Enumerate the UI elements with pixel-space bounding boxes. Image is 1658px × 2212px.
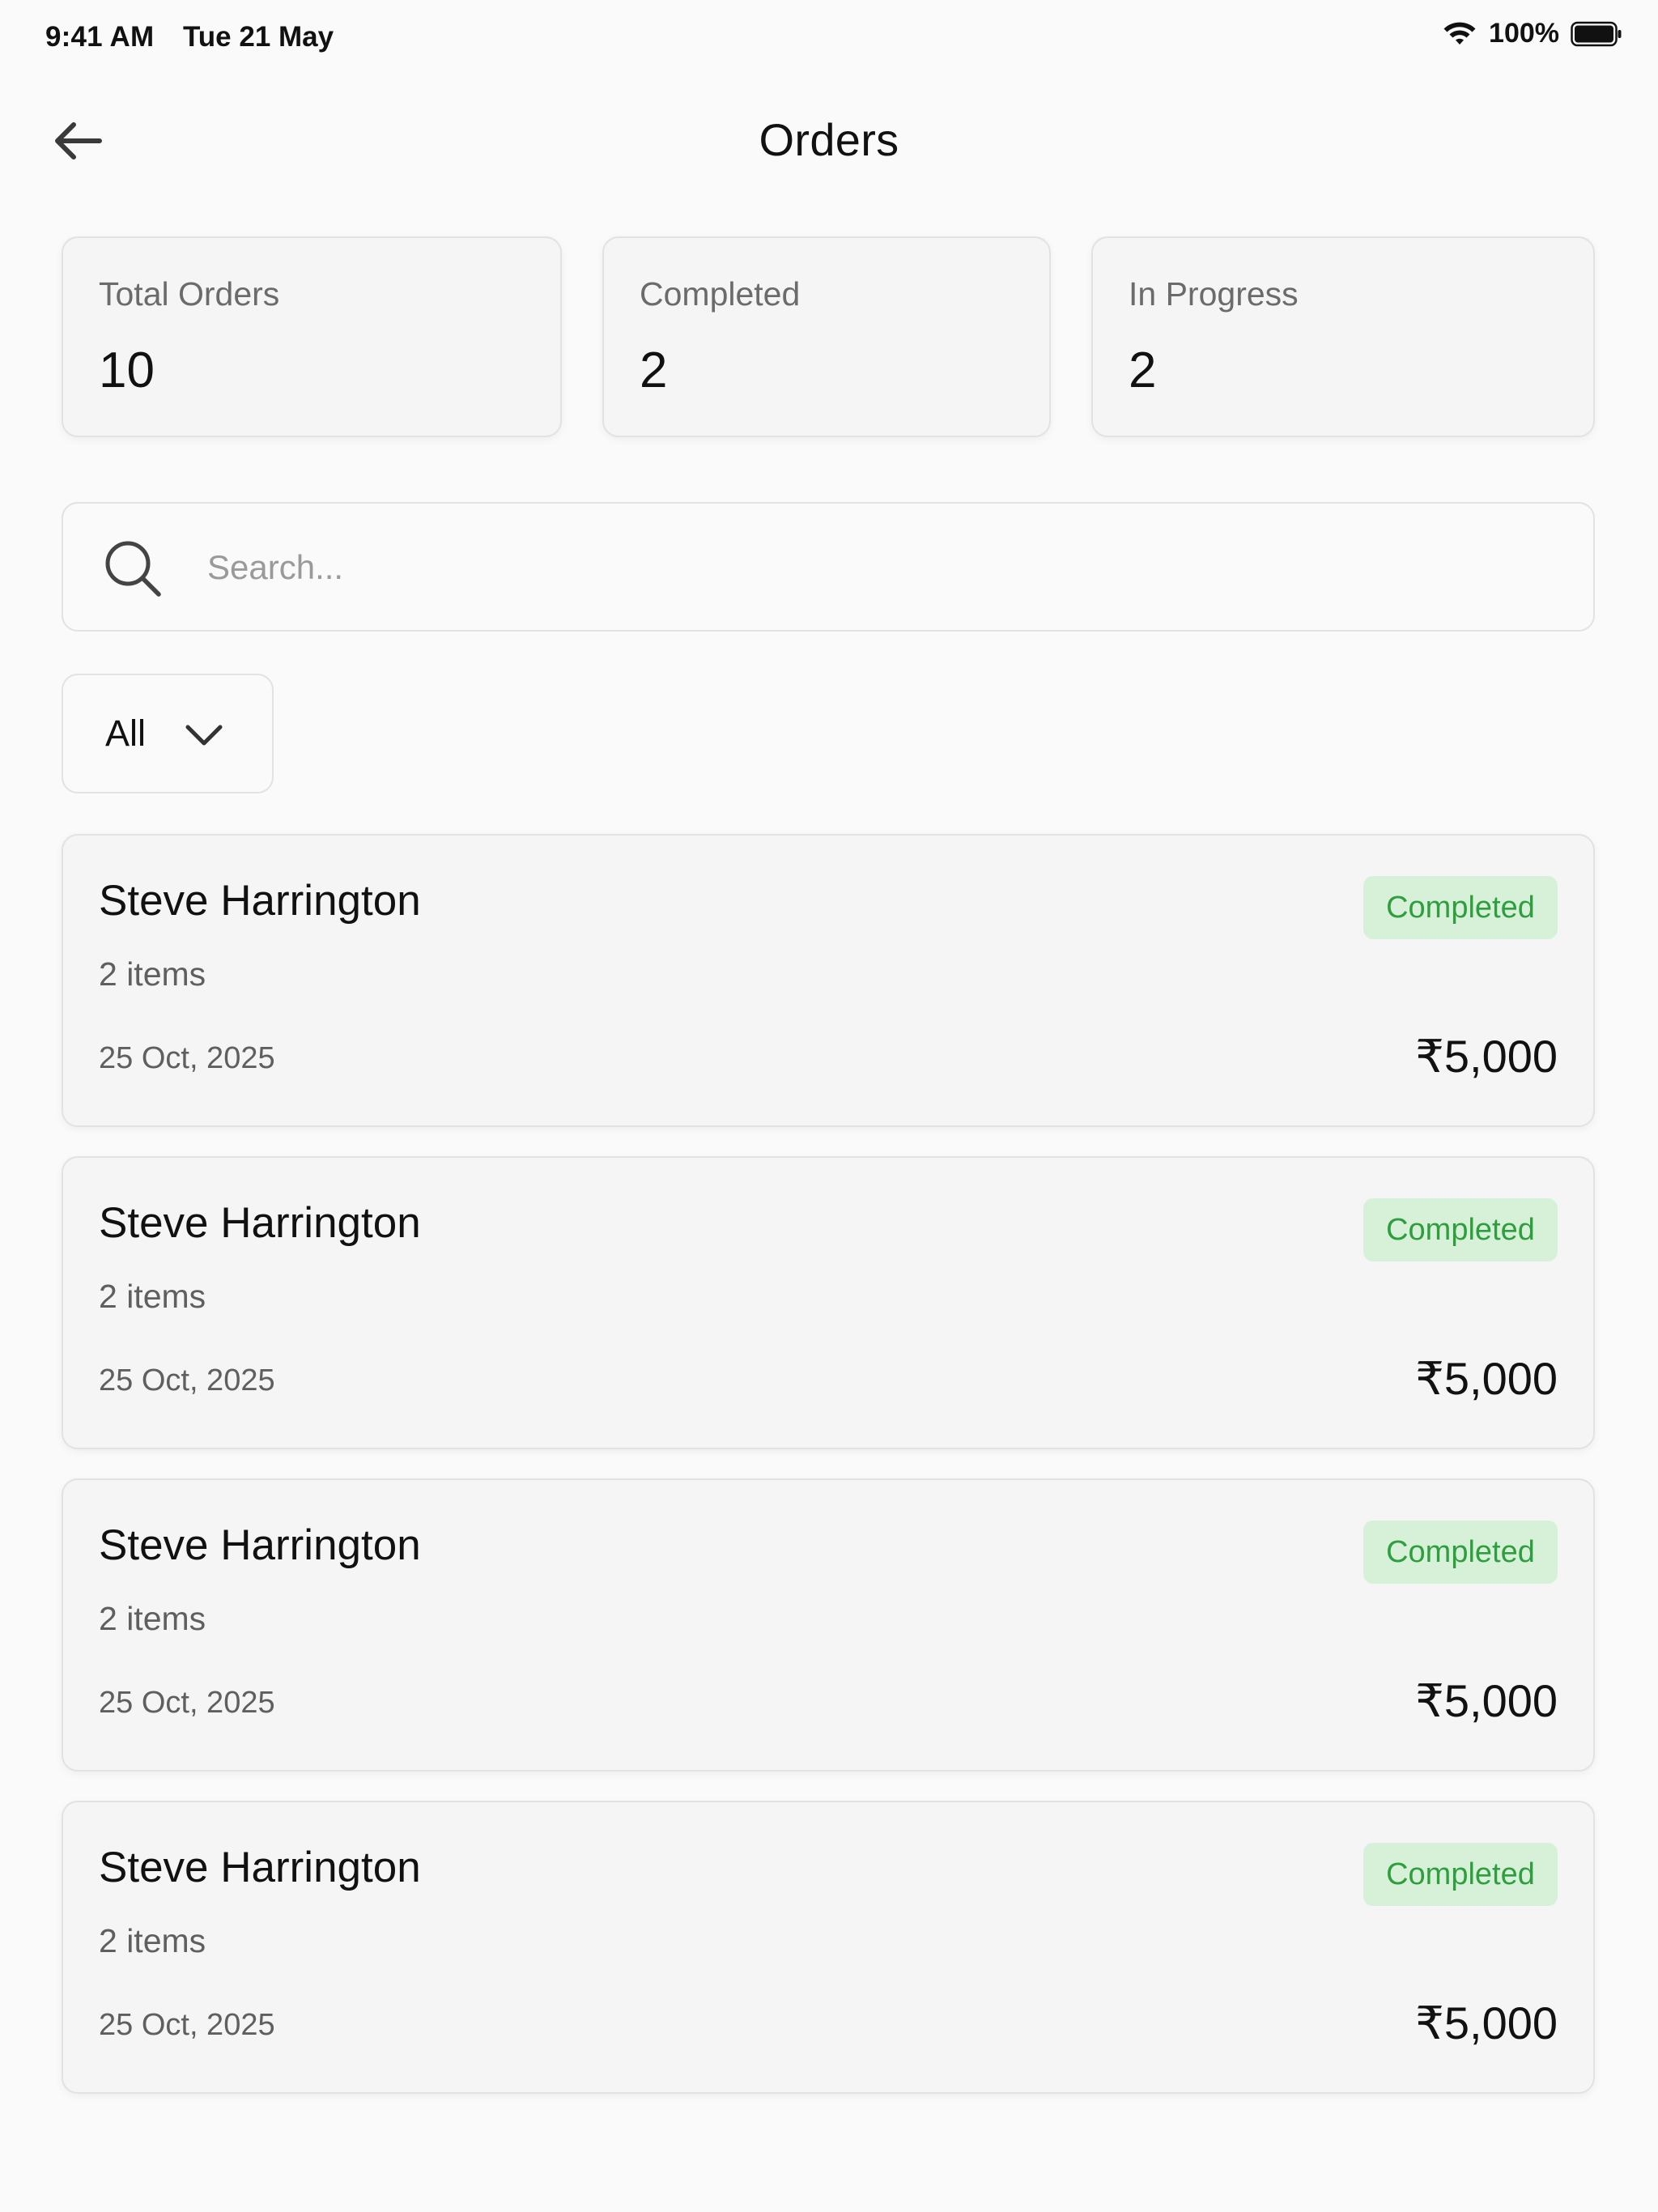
stat-value: 2 [1129, 342, 1157, 398]
customer-name: Steve Harrington [99, 877, 421, 925]
status-indicators: 100% [1442, 18, 1622, 49]
stat-card-in-progress: In Progress 2 [1091, 236, 1595, 437]
order-date: 25 Oct, 2025 [99, 1041, 275, 1075]
item-count: 2 items [99, 955, 206, 993]
order-card[interactable]: Steve Harrington 2 items 25 Oct, 2025 ₹5… [62, 834, 1595, 1127]
search-icon [102, 538, 164, 599]
order-date: 25 Oct, 2025 [99, 1686, 275, 1720]
stat-label: In Progress [1129, 275, 1299, 313]
wifi-icon [1442, 20, 1477, 48]
filter-selected-value: All [105, 713, 147, 754]
stat-value: 2 [640, 342, 668, 398]
order-card[interactable]: Steve Harrington 2 items 25 Oct, 2025 ₹5… [62, 1801, 1595, 2094]
customer-name: Steve Harrington [99, 1844, 421, 1891]
status-badge: Completed [1363, 1521, 1558, 1584]
status-badge: Completed [1363, 876, 1558, 939]
battery-icon [1571, 21, 1622, 47]
status-time: 9:41 AM [45, 21, 155, 53]
stat-label: Completed [640, 275, 801, 313]
status-badge: Completed [1363, 1198, 1558, 1261]
customer-name: Steve Harrington [99, 1199, 421, 1247]
stat-value: 10 [99, 342, 155, 398]
item-count: 2 items [99, 1278, 206, 1315]
order-amount: ₹5,000 [1415, 1675, 1558, 1726]
page-title: Orders [759, 114, 899, 165]
item-count: 2 items [99, 1922, 206, 1959]
stat-label: Total Orders [99, 275, 280, 313]
order-amount: ₹5,000 [1415, 1353, 1558, 1404]
order-date: 25 Oct, 2025 [99, 2008, 275, 2042]
stat-card-total-orders: Total Orders 10 [62, 236, 562, 437]
search-box [62, 502, 1595, 632]
item-count: 2 items [99, 1600, 206, 1637]
status-filter-dropdown[interactable]: All [62, 674, 274, 793]
order-amount: ₹5,000 [1415, 1997, 1558, 2048]
search-input[interactable] [206, 504, 1553, 632]
stat-card-completed: Completed 2 [602, 236, 1051, 437]
status-bar: 9:41 AM Tue 21 May 100% [0, 0, 1658, 78]
status-badge: Completed [1363, 1843, 1558, 1906]
order-date: 25 Oct, 2025 [99, 1363, 275, 1397]
order-card[interactable]: Steve Harrington 2 items 25 Oct, 2025 ₹5… [62, 1478, 1595, 1772]
status-date: Tue 21 May [183, 21, 334, 53]
customer-name: Steve Harrington [99, 1521, 421, 1569]
order-card[interactable]: Steve Harrington 2 items 25 Oct, 2025 ₹5… [62, 1156, 1595, 1449]
battery-percentage: 100% [1489, 18, 1559, 49]
order-amount: ₹5,000 [1415, 1031, 1558, 1082]
chevron-down-icon [185, 719, 223, 751]
